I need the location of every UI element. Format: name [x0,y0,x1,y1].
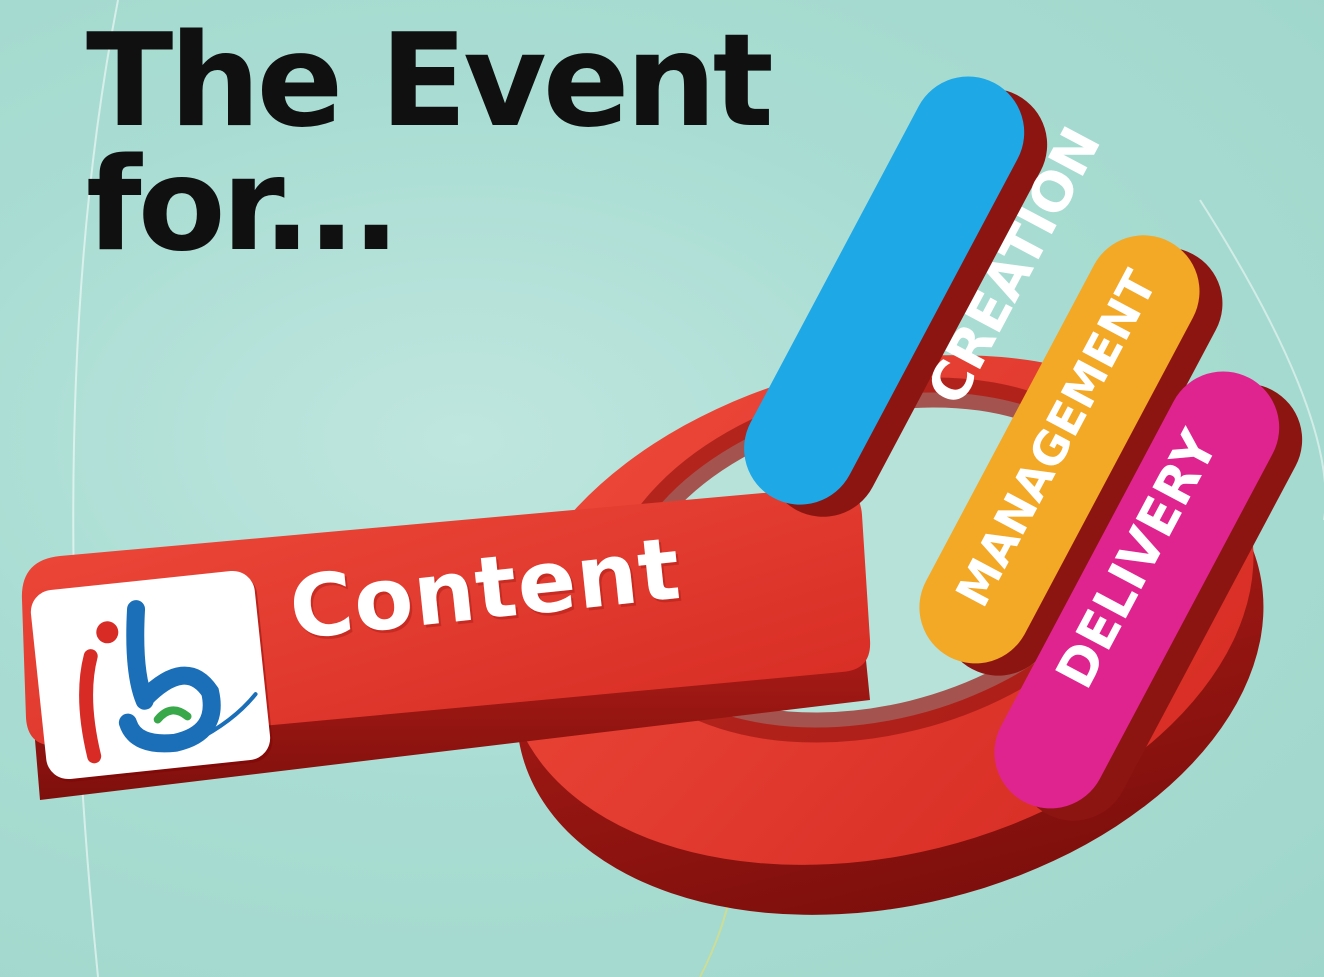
pills [744,76,1303,821]
poster: The Event for... CREATION MANAGEMENT DEL… [0,0,1324,977]
ibc-logo-mark [79,600,258,764]
ibc-logo [28,568,273,782]
